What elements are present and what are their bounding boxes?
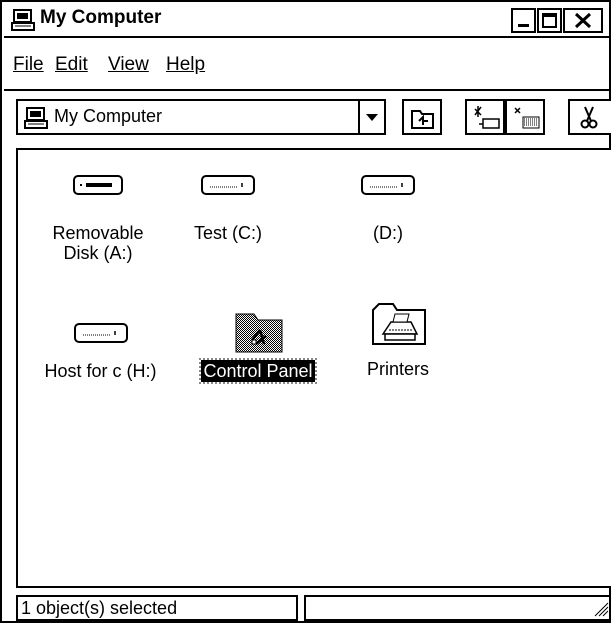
- hard-drive-icon: [73, 323, 128, 343]
- drive-a-item[interactable]: Removable Disk (A:): [38, 172, 158, 264]
- resize-grip-icon[interactable]: [591, 599, 609, 617]
- item-label: Test (C:): [193, 223, 262, 243]
- item-label: Host for c (H:): [44, 361, 157, 381]
- disconnect-drive-icon: [514, 107, 540, 129]
- map-network-drive-icon: [474, 106, 500, 129]
- status-text: 1 object(s) selected: [21, 598, 178, 618]
- map-network-drive-button[interactable]: [465, 99, 505, 135]
- up-one-level-icon: [411, 110, 434, 129]
- close-button[interactable]: [563, 8, 603, 33]
- dropdown-arrow-icon: [366, 114, 378, 121]
- computer-icon: [11, 9, 35, 31]
- floppy-drive-icon: [73, 175, 123, 195]
- menu-edit[interactable]: Edit: [55, 54, 88, 76]
- minimize-icon: [518, 24, 529, 27]
- menu-view[interactable]: View: [108, 54, 149, 76]
- control-panel-icon: [235, 313, 283, 353]
- menu-help[interactable]: Help: [166, 54, 205, 76]
- hard-drive-icon: [201, 175, 255, 195]
- drive-d-item[interactable]: (D:): [338, 172, 438, 244]
- item-label: Removable Disk (A:): [52, 223, 144, 263]
- status-text-panel: 1 object(s) selected: [16, 595, 298, 621]
- control-panel-item[interactable]: Control Panel: [188, 310, 328, 384]
- location-text: My Computer: [54, 106, 163, 126]
- content-pane[interactable]: Removable Disk (A:) Test (C:) (D:) Host …: [16, 148, 611, 588]
- menu-bar: File Edit View Help: [4, 54, 609, 80]
- cut-icon: [580, 106, 598, 129]
- menu-file[interactable]: File: [13, 54, 44, 76]
- drive-h-item[interactable]: Host for c (H:): [28, 320, 173, 382]
- up-one-level-button[interactable]: [402, 99, 442, 135]
- maximize-icon: [542, 13, 557, 28]
- printers-folder-icon: [372, 303, 426, 345]
- item-label: Printers: [366, 359, 429, 379]
- disconnect-drive-button[interactable]: [505, 99, 545, 135]
- printers-item[interactable]: Printers: [348, 300, 448, 380]
- hard-drive-icon: [361, 175, 415, 195]
- minimize-button[interactable]: [511, 8, 536, 33]
- computer-icon: [24, 107, 48, 129]
- menu-divider: [4, 89, 609, 91]
- dropdown-arrow-button[interactable]: [358, 101, 384, 133]
- close-icon: [574, 12, 592, 29]
- my-computer-window: My Computer File Edit View Help My Compu…: [0, 0, 611, 623]
- drive-c-item[interactable]: Test (C:): [178, 172, 278, 244]
- location-combo[interactable]: My Computer: [16, 99, 386, 135]
- status-panel-empty: [304, 595, 611, 621]
- item-label: (D:): [373, 223, 403, 243]
- title-bar[interactable]: My Computer: [4, 4, 609, 38]
- cut-button[interactable]: [568, 99, 611, 135]
- item-label: Control Panel: [199, 358, 317, 384]
- maximize-button[interactable]: [537, 8, 562, 33]
- window-title: My Computer: [40, 7, 162, 28]
